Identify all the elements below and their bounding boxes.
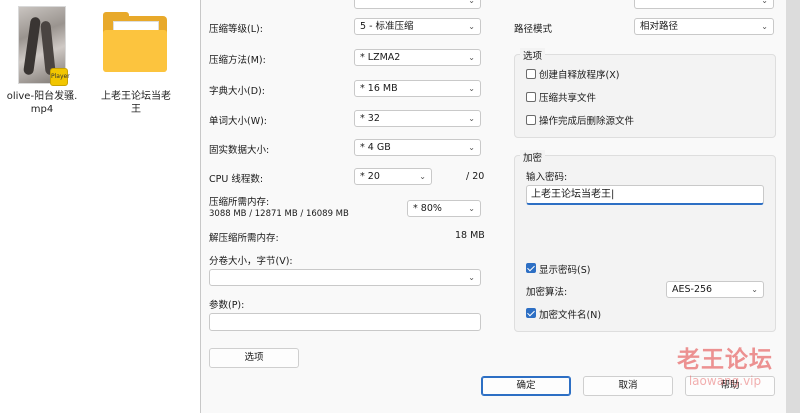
params-input[interactable] [209, 313, 481, 331]
path-mode-label: 路径模式 [514, 24, 553, 35]
solid-combo[interactable]: * 4 GB ⌄ [354, 139, 481, 156]
mem-compress-detail: 3088 MB / 12871 MB / 16089 MB [209, 209, 349, 219]
video-thumbnail: Player [18, 6, 70, 86]
mem-decompress-value: 18 MB [455, 230, 485, 241]
threads-max: / 20 [466, 171, 485, 182]
threads-combo[interactable]: * 20 ⌄ [354, 168, 432, 185]
method-combo[interactable]: * LZMA2 ⌄ [354, 49, 481, 66]
delete-source-checkbox[interactable] [526, 115, 536, 125]
site-watermark: 老王论坛 laowang.vip [677, 347, 773, 388]
chevron-down-icon: ⌄ [468, 204, 475, 213]
encrypt-names-label: 加密文件名(N) [539, 310, 602, 321]
word-combo[interactable]: * 32 ⌄ [354, 110, 481, 127]
update-mode-combo[interactable]: ⌄ [634, 0, 774, 9]
options-group-title: 选项 [520, 48, 546, 62]
cancel-button[interactable]: 取消 [583, 376, 673, 396]
chevron-down-icon: ⌄ [468, 273, 475, 282]
chevron-down-icon: ⌄ [761, 22, 768, 31]
word-label: 单词大小(W): [209, 116, 268, 127]
level-combo[interactable]: 5 - 标准压缩 ⌄ [354, 18, 481, 35]
delete-source-label: 操作完成后删除源文件 [539, 116, 635, 127]
solid-label: 固实数据大小: [209, 145, 270, 156]
volume-combo[interactable]: ⌄ [209, 269, 481, 286]
desktop: Player olive-阳台发骚. mp4 上老王论坛当老 王 [0, 0, 200, 413]
dict-combo[interactable]: * 16 MB ⌄ [354, 80, 481, 97]
shared-files-label: 压缩共享文件 [539, 93, 597, 104]
chevron-down-icon: ⌄ [468, 143, 475, 152]
chevron-down-icon: ⌄ [468, 22, 475, 31]
chevron-down-icon: ⌄ [468, 53, 475, 62]
level-label: 压缩等级(L): [209, 24, 263, 35]
chevron-down-icon: ⌄ [751, 285, 758, 294]
password-input[interactable]: 上老王论坛当老王| [526, 185, 764, 205]
show-password-label: 显示密码(S) [539, 265, 591, 276]
sfx-label: 创建自释放程序(X) [539, 70, 620, 81]
dict-label: 字典大小(D): [209, 86, 265, 97]
sfx-checkbox[interactable] [526, 69, 536, 79]
options-button[interactable]: 选项 [209, 348, 299, 368]
ok-button[interactable]: 确定 [481, 376, 571, 396]
encrypt-names-checkbox[interactable] [526, 308, 536, 318]
video-file-name: olive-阳台发骚. mp4 [6, 91, 78, 115]
path-mode-combo[interactable]: 相对路径 ⌄ [634, 18, 774, 35]
mem-compress-label: 压缩所需内存: [209, 197, 270, 208]
mem-percent-combo[interactable]: * 80% ⌄ [407, 200, 481, 217]
folder-name: 上老王论坛当老 王 [101, 91, 171, 115]
mem-decompress-label: 解压缩所需内存: [209, 233, 279, 244]
player-badge-icon: Player [50, 68, 70, 86]
format-combo[interactable]: ⌄ [354, 0, 481, 9]
chevron-down-icon: ⌄ [468, 84, 475, 93]
params-label: 参数(P): [209, 300, 245, 311]
show-password-checkbox[interactable] [526, 263, 536, 273]
algorithm-combo[interactable]: AES-256 ⌄ [666, 281, 764, 298]
password-label: 输入密码: [526, 172, 568, 183]
encryption-group-title: 加密 [520, 150, 546, 164]
chevron-down-icon: ⌄ [468, 114, 475, 123]
algorithm-label: 加密算法: [526, 287, 568, 298]
volume-label: 分卷大小，字节(V): [209, 256, 293, 267]
chevron-down-icon: ⌄ [419, 172, 426, 181]
folder-icon [103, 12, 167, 74]
window-edge [786, 0, 800, 413]
threads-label: CPU 线程数: [209, 174, 264, 185]
shared-files-checkbox[interactable] [526, 92, 536, 102]
method-label: 压缩方法(M): [209, 55, 266, 66]
